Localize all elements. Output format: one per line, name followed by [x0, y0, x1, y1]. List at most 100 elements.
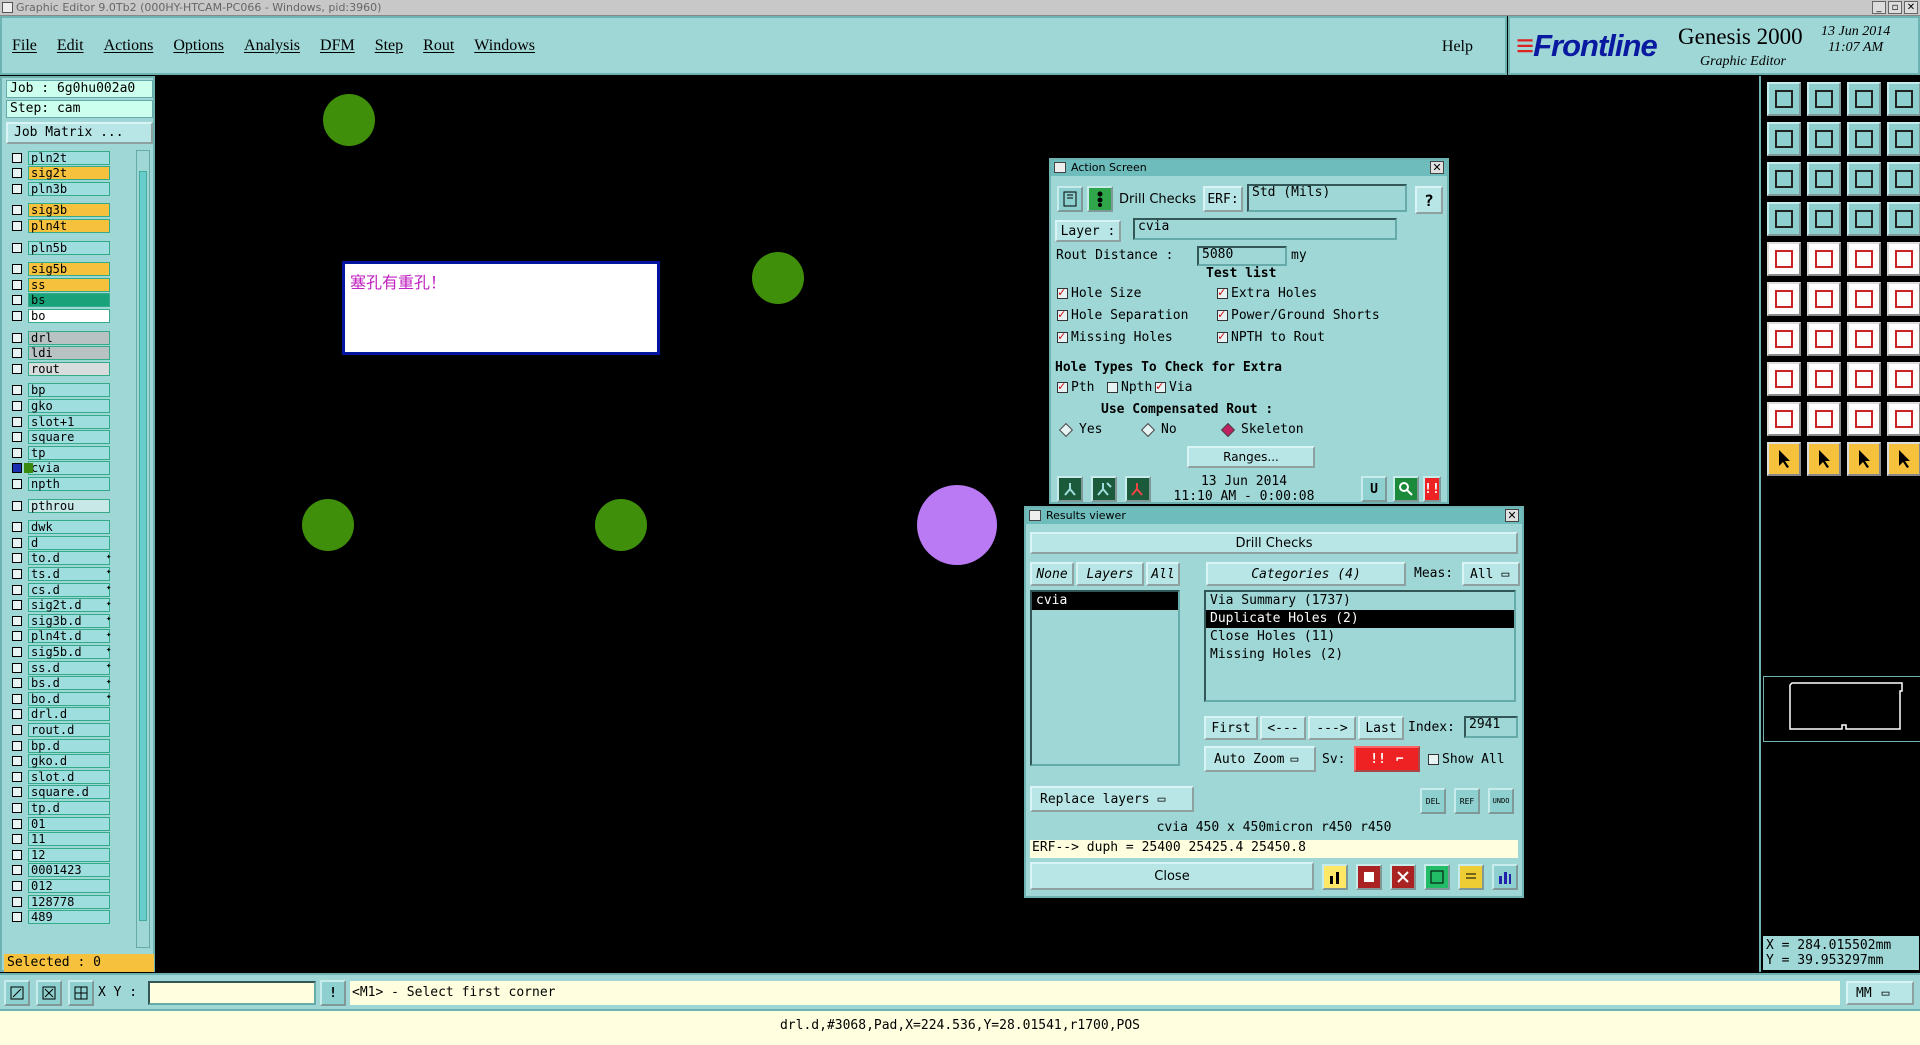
menu-dfm[interactable]: DFM [320, 37, 355, 55]
layer-row[interactable]: rout [6, 361, 128, 376]
layer-row[interactable]: rout.d [6, 722, 128, 737]
layer-row[interactable]: sig5b.d ✦ [6, 644, 128, 659]
select-tool-icon[interactable] [4, 980, 30, 1006]
test-checkbox[interactable]: Hole Size [1057, 285, 1141, 301]
layer-checkbox[interactable] [12, 818, 22, 829]
layer-checkbox[interactable] [12, 220, 22, 231]
close-button[interactable]: Close [1030, 862, 1314, 890]
pad-icon[interactable] [1887, 242, 1920, 276]
xy-input[interactable] [148, 981, 316, 1005]
result-layers-list[interactable]: cvia [1030, 590, 1180, 766]
grid-icon[interactable] [1424, 864, 1450, 890]
layer-checkbox[interactable] [12, 631, 22, 642]
menu-help[interactable]: Help [1442, 38, 1473, 56]
layer-checkbox[interactable] [12, 912, 22, 923]
layer-row[interactable]: pln2t [6, 150, 128, 165]
layer-checkbox[interactable] [12, 416, 22, 427]
pointer-move-icon[interactable] [1887, 442, 1920, 476]
job-matrix-button[interactable]: Job Matrix ... [6, 122, 153, 144]
stop-run-icon[interactable] [1125, 476, 1151, 502]
layer-checkbox[interactable] [12, 553, 22, 564]
category-item[interactable]: Close Holes (11) [1206, 628, 1514, 646]
layer-checkbox[interactable] [12, 849, 22, 860]
home-icon[interactable] [1847, 82, 1881, 116]
layer-checkbox[interactable] [12, 709, 22, 720]
layer-checkbox[interactable] [12, 385, 22, 396]
test-checkbox[interactable]: NPTH to Rout [1217, 329, 1325, 345]
hole-type-checkbox[interactable]: Via [1155, 379, 1192, 395]
menu-options[interactable]: Options [173, 37, 224, 55]
replace-layers-select[interactable]: Replace layers ▭ [1030, 786, 1194, 812]
test-checkbox[interactable]: Missing Holes [1057, 329, 1173, 345]
menu-windows[interactable]: Windows [474, 37, 535, 55]
comp-rout-radio[interactable]: No [1137, 422, 1177, 437]
layer-checkbox[interactable] [12, 600, 22, 611]
pad-edit-icon[interactable] [1767, 362, 1801, 396]
zoom-fit-icon[interactable] [1767, 162, 1801, 196]
layer-row[interactable]: pln4t.d ✦ [6, 629, 128, 644]
layer-row[interactable]: 489 [6, 910, 128, 925]
layer-field[interactable]: cvia [1133, 218, 1397, 240]
layer-row[interactable]: bp.d [6, 738, 128, 753]
layer-row[interactable]: gko [6, 398, 128, 413]
layer-checkbox[interactable] [12, 264, 22, 275]
layer-row[interactable]: sig2t [6, 166, 128, 181]
delete-icon[interactable]: DEL [1420, 788, 1446, 814]
layer-row[interactable]: npth [6, 476, 128, 491]
zoom-area-icon[interactable] [1807, 162, 1841, 196]
line-icon[interactable] [1887, 282, 1920, 316]
layer-row[interactable]: bs.d ✦ [6, 676, 128, 691]
units-select[interactable]: MM ▭ [1846, 981, 1914, 1005]
layer-checkbox[interactable] [12, 740, 22, 751]
layer-checkbox[interactable] [12, 756, 22, 767]
resize-icon[interactable] [1847, 362, 1881, 396]
layer-checkbox[interactable] [12, 348, 22, 359]
layer-checkbox[interactable] [12, 463, 22, 474]
snap-icon[interactable] [1887, 122, 1920, 156]
layer-row[interactable]: pln4t [6, 218, 128, 233]
layer-checkbox[interactable] [12, 834, 22, 845]
copy-icon[interactable] [1887, 362, 1920, 396]
angle-icon[interactable] [1767, 322, 1801, 356]
first-button[interactable]: First [1204, 716, 1258, 740]
auto-zoom-select[interactable]: Auto Zoom ▭ [1204, 746, 1316, 772]
layer-checkbox[interactable] [12, 787, 22, 798]
layer-list-scrollbar[interactable] [136, 150, 150, 948]
layer-row[interactable]: ss [6, 277, 128, 292]
layer-row[interactable]: tp [6, 445, 128, 460]
layer-row[interactable]: drl [6, 330, 128, 345]
measure-icon[interactable] [1847, 202, 1881, 236]
report-icon[interactable] [1356, 864, 1382, 890]
pin-icon[interactable] [1807, 202, 1841, 236]
layer-checkbox[interactable] [12, 168, 22, 179]
show-all-checkbox[interactable]: Show All [1428, 752, 1505, 767]
exclamation-icon[interactable]: ! [320, 980, 346, 1006]
pointer-icon[interactable] [1767, 442, 1801, 476]
pointer-add-icon[interactable] [1847, 442, 1881, 476]
forward-icon[interactable] [1807, 122, 1841, 156]
minimize-button[interactable]: _ [1872, 1, 1886, 14]
layer-checkbox[interactable] [12, 295, 22, 306]
help-button[interactable]: ? [1415, 186, 1443, 214]
cross-icon[interactable] [1390, 864, 1416, 890]
layer-checkbox[interactable] [12, 771, 22, 782]
meas-select[interactable]: All ▭ [1462, 562, 1520, 586]
arch-red-icon[interactable] [1847, 402, 1881, 436]
grid-tool-icon[interactable] [68, 980, 94, 1006]
hole-type-checkbox[interactable]: Npth [1107, 380, 1152, 395]
layer-row[interactable]: square [6, 430, 128, 445]
layer-row[interactable]: bo.d ✦ [6, 691, 128, 706]
layer-checkbox[interactable] [12, 662, 22, 673]
layer-row[interactable]: 01 [6, 816, 128, 831]
scrollbar-thumb[interactable] [139, 171, 147, 921]
layer-row[interactable]: to.d ✦ [6, 551, 128, 566]
comp-rout-radio[interactable]: Skeleton [1217, 422, 1304, 437]
layer-row[interactable]: pln5b [6, 240, 128, 255]
last-button[interactable]: Last [1358, 716, 1404, 740]
layer-row[interactable]: 0001423 [6, 863, 128, 878]
category-item[interactable]: Via Summary (1737) [1206, 592, 1514, 610]
undo-icon[interactable]: UNDO [1488, 788, 1514, 814]
layer-checkbox[interactable] [12, 678, 22, 689]
erf-field[interactable]: Std (Mils) [1247, 184, 1407, 212]
layer-row[interactable]: square.d [6, 785, 128, 800]
